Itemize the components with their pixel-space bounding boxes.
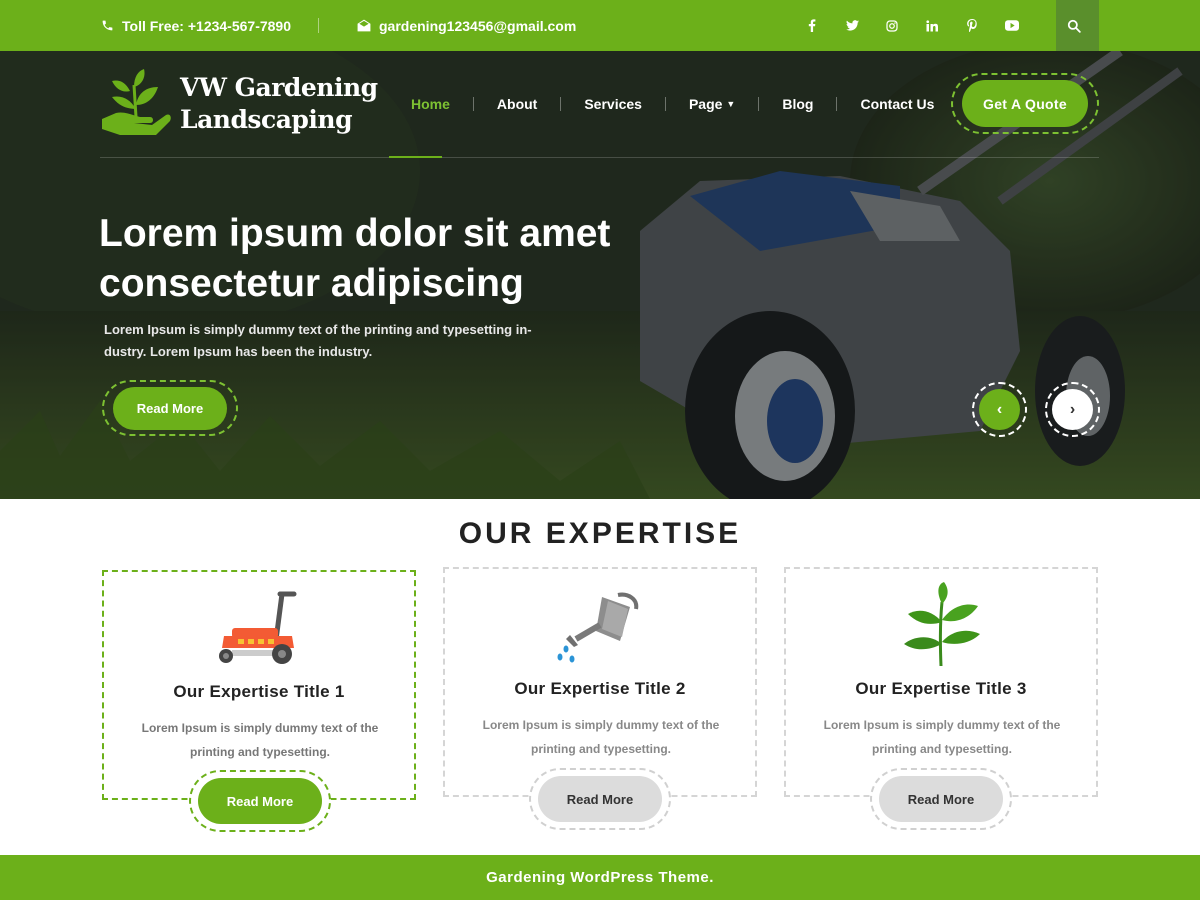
nav-page[interactable]: Page ▼: [666, 85, 758, 123]
lawn-mower-icon: [219, 591, 297, 664]
main-navigation: Home About Services Page ▼ Blog Contact U…: [388, 85, 957, 123]
slider-prev-button[interactable]: ‹: [972, 382, 1027, 437]
phone-icon: [102, 20, 113, 31]
get-a-quote-button[interactable]: Get A Quote: [962, 80, 1088, 127]
hero-title: Lorem ipsum dolor sit amet consectetur a…: [99, 212, 611, 305]
active-nav-indicator: [389, 156, 442, 158]
expertise-card-text: Lorem Ipsum is simply dummy text of the …: [141, 721, 379, 759]
chevron-down-icon: ▼: [726, 99, 736, 109]
nav-home-label: Home: [411, 96, 450, 112]
expertise-card-title: Our Expertise Title 1: [173, 682, 345, 701]
social-links: [796, 0, 1036, 51]
card-2-read-more-button[interactable]: Read More: [538, 776, 662, 822]
facebook-icon[interactable]: [796, 0, 836, 51]
site-logo[interactable]: VW Gardening Landscaping: [100, 69, 378, 139]
hero-description: Lorem Ipsum is simply dummy text of the …: [104, 322, 532, 359]
twitter-icon[interactable]: [836, 0, 876, 51]
site-footer: Gardening WordPress Theme.: [0, 855, 1200, 900]
slider-next-button[interactable]: ›: [1045, 382, 1100, 437]
topbar-divider: [318, 18, 319, 33]
header-divider-line: [100, 157, 1099, 158]
hero-slider: VW Gardening Landscaping Home About Serv…: [0, 51, 1200, 499]
expertise-card-title: Our Expertise Title 3: [855, 679, 1027, 698]
expertise-card-2[interactable]: Our Expertise Title 2 Lorem Ipsum is sim…: [443, 567, 757, 797]
email-text: gardening123456@gmail.com: [379, 17, 577, 34]
nav-page-label: Page: [688, 96, 723, 112]
logo-line-1: VW Gardening: [180, 73, 378, 102]
nav-contact-label: Contact Us: [860, 96, 935, 112]
chevron-left-icon: ‹: [979, 389, 1020, 430]
phone-contact[interactable]: Toll Free: +1234-567-7890: [101, 0, 291, 51]
expertise-card-title: Our Expertise Title 2: [514, 679, 686, 698]
expertise-card-text: Lorem Ipsum is simply dummy text of the …: [482, 718, 720, 756]
expertise-card-3[interactable]: Our Expertise Title 3 Lorem Ipsum is sim…: [784, 567, 1098, 797]
nav-services[interactable]: Services: [561, 85, 665, 123]
expertise-card-text: Lorem Ipsum is simply dummy text of the …: [823, 718, 1061, 756]
phone-text: Toll Free: +1234-567-7890: [122, 17, 292, 34]
plant-sprout-icon: [904, 582, 980, 667]
nav-about-label: About: [496, 96, 538, 112]
instagram-icon[interactable]: [876, 0, 916, 51]
nav-services-label: Services: [584, 96, 642, 112]
nav-blog-label: Blog: [782, 96, 814, 112]
nav-blog[interactable]: Blog: [759, 85, 836, 123]
search-icon: [1067, 19, 1081, 33]
expertise-card-1[interactable]: Our Expertise Title 1 Lorem Ipsum is sim…: [102, 570, 416, 800]
pinterest-icon[interactable]: [956, 0, 996, 51]
watering-can-icon: [557, 592, 639, 663]
nav-home[interactable]: Home: [388, 85, 473, 123]
hand-plant-logo-icon: [102, 69, 171, 135]
footer-text: Gardening WordPress Theme.: [486, 869, 714, 886]
logo-line-2: Landscaping: [180, 105, 353, 134]
card-1-read-more-button[interactable]: Read More: [198, 778, 322, 824]
envelope-open-icon: [357, 19, 371, 32]
youtube-icon[interactable]: [996, 0, 1036, 51]
section-title: OUR EXPERTISE: [458, 517, 742, 550]
nav-about[interactable]: About: [474, 85, 560, 123]
search-button[interactable]: [1056, 0, 1099, 51]
card-3-read-more-button[interactable]: Read More: [879, 776, 1003, 822]
chevron-right-icon: ›: [1052, 389, 1093, 430]
hero-read-more-button[interactable]: Read More: [113, 387, 227, 430]
top-bar: Toll Free: +1234-567-7890 gardening12345…: [0, 0, 1200, 51]
nav-contact-us[interactable]: Contact Us: [837, 85, 957, 123]
linkedin-icon[interactable]: [916, 0, 956, 51]
email-contact[interactable]: gardening123456@gmail.com: [357, 0, 576, 51]
